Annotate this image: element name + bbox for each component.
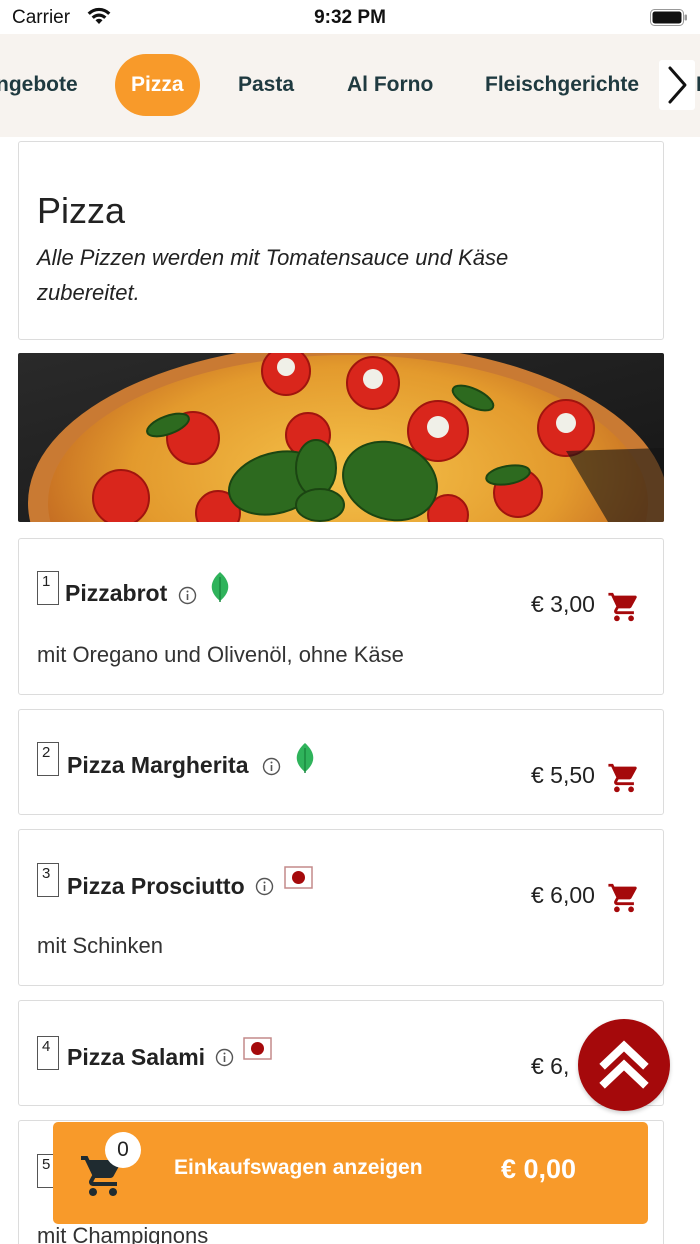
cart-button-label: Einkaufswagen anzeigen <box>174 1156 423 1179</box>
vegetarian-leaf-icon <box>296 743 314 773</box>
item-name: Pizza Salami <box>67 1044 206 1070</box>
tab-pasta[interactable]: Pasta <box>238 54 294 116</box>
item-description: mit Schinken <box>37 933 163 958</box>
info-icon[interactable] <box>178 586 197 605</box>
item-number: 4 <box>37 1036 59 1070</box>
menu-item-card[interactable]: 3 Pizza Prosciutto € 6,00 mit Schinken <box>18 829 664 986</box>
nav-next-button[interactable] <box>659 60 695 110</box>
item-name: Pizza Margherita <box>67 752 249 778</box>
pizza-hero-image <box>18 353 664 522</box>
status-bar: Carrier 9:32 PM <box>0 0 700 34</box>
info-icon[interactable] <box>215 1048 234 1067</box>
vegetarian-leaf-icon <box>211 572 229 602</box>
menu-item-card[interactable]: 2 Pizza Margherita € 5,50 <box>18 709 664 815</box>
menu-item-card[interactable]: 1 Pizzabrot € 3,00 mit Oregano und Olive… <box>18 538 664 695</box>
add-to-cart-icon[interactable] <box>607 590 641 624</box>
info-icon[interactable] <box>262 757 281 776</box>
section-description: Alle Pizzen werden mit Tomatensauce und … <box>37 245 509 305</box>
tab-angebote[interactable]: ngebote <box>0 54 78 116</box>
info-icon[interactable] <box>255 877 274 896</box>
meat-icon <box>284 866 313 889</box>
item-description: mit Oregano und Olivenöl, ohne Käse <box>37 642 404 667</box>
section-header-card: Pizza Alle Pizzen werden mit Tomatensauc… <box>18 141 664 340</box>
battery-icon <box>650 9 687 26</box>
tab-pizza[interactable]: Pizza <box>115 54 200 116</box>
add-to-cart-icon[interactable] <box>607 881 641 915</box>
meat-icon <box>243 1037 272 1060</box>
tab-fleischgerichte[interactable]: Fleischgerichte <box>485 54 639 116</box>
item-price: € 6, <box>531 1053 570 1079</box>
item-price: € 5,50 <box>531 762 595 788</box>
view-cart-button[interactable]: 0 Einkaufswagen anzeigen € 0,00 <box>53 1122 648 1224</box>
tab-next-peek[interactable]: I <box>696 54 700 116</box>
clock: 9:32 PM <box>314 7 386 28</box>
add-to-cart-icon[interactable] <box>607 761 641 795</box>
category-tabs: ngebote Pizza Pasta Al Forno Fleischgeri… <box>0 54 700 116</box>
item-number: 1 <box>37 571 59 605</box>
cart-count-badge: 0 <box>105 1132 141 1168</box>
item-name: Pizzabrot <box>65 580 168 606</box>
menu-item-card[interactable]: 4 Pizza Salami € 6, <box>18 1000 664 1106</box>
category-nav: ngebote Pizza Pasta Al Forno Fleischgeri… <box>0 34 700 137</box>
item-number: 3 <box>37 863 59 897</box>
tab-al-forno[interactable]: Al Forno <box>347 54 433 116</box>
cart-total: € 0,00 <box>501 1154 577 1184</box>
section-title: Pizza <box>37 190 126 231</box>
item-price: € 6,00 <box>531 882 595 908</box>
scroll-to-top-button[interactable] <box>578 1019 670 1111</box>
item-number: 2 <box>37 742 59 776</box>
double-chevron-up-icon <box>599 1040 649 1089</box>
item-name: Pizza Prosciutto <box>67 873 245 899</box>
item-description: mit Champignons <box>37 1223 209 1244</box>
item-price: € 3,00 <box>531 591 595 617</box>
chevron-right-icon <box>668 66 687 104</box>
